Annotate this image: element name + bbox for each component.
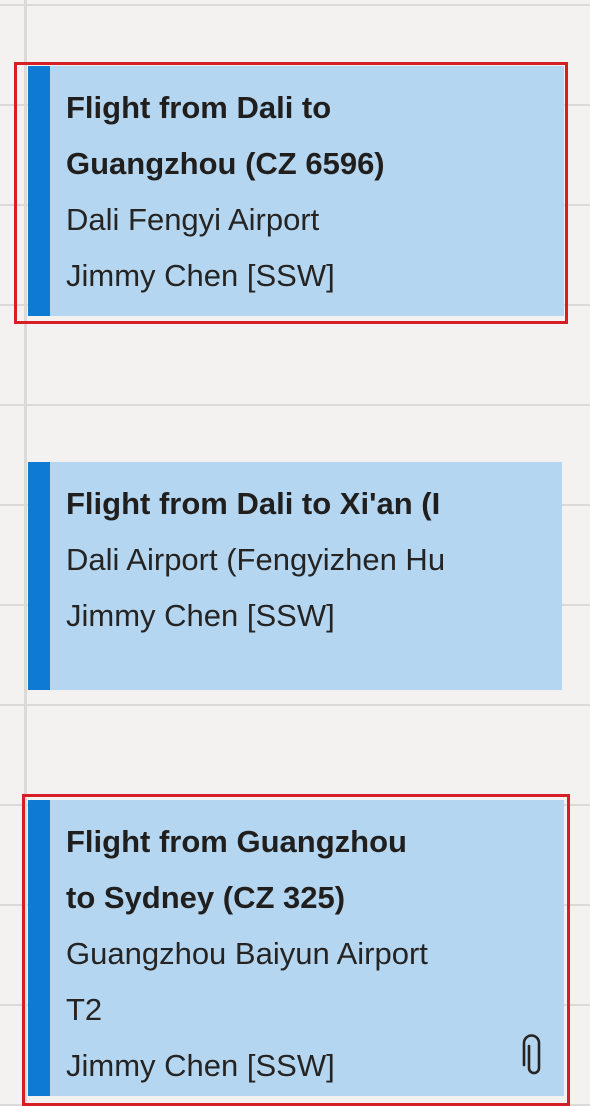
event-title-line: Guangzhou (CZ 6596) <box>66 146 385 181</box>
time-gutter-divider <box>24 0 27 1106</box>
paperclip-icon <box>522 1034 541 1075</box>
calendar-event-dali-guangzhou[interactable]: Flight from Dali to Guangzhou (CZ 6596) … <box>28 66 564 316</box>
event-title-line: Flight from Guangzhou <box>66 824 407 859</box>
event-organizer: Jimmy Chen [SSW] <box>66 598 335 633</box>
event-organizer: Jimmy Chen [SSW] <box>66 1048 335 1083</box>
hour-gridline <box>0 4 590 6</box>
calendar-event-guangzhou-sydney[interactable]: Flight from Guangzhou to Sydney (CZ 325)… <box>28 800 564 1096</box>
event-location: Dali Airport (Fengyizhen Hu <box>66 542 446 577</box>
event-location: Dali Fengyi Airport <box>66 202 320 237</box>
half-hour-gridline <box>0 704 590 706</box>
event-location: T2 <box>66 992 103 1027</box>
event-title-line: Flight from Dali to Xi'an (I <box>66 486 441 521</box>
hour-gridline <box>0 404 590 406</box>
event-content: Flight from Dali to Guangzhou (CZ 6596) … <box>66 80 554 304</box>
event-location: Guangzhou Baiyun Airport <box>66 936 428 971</box>
event-title-line: Flight from Dali to <box>66 90 332 125</box>
event-content: Flight from Dali to Xi'an (I Dali Airpor… <box>66 476 552 644</box>
event-accent-bar <box>28 800 50 1096</box>
event-title-line: to Sydney (CZ 325) <box>66 880 346 915</box>
event-accent-bar <box>28 462 50 690</box>
event-organizer: Jimmy Chen [SSW] <box>66 258 335 293</box>
calendar-event-dali-xian[interactable]: Flight from Dali to Xi'an (I Dali Airpor… <box>28 462 562 690</box>
event-accent-bar <box>28 66 50 316</box>
event-content: Flight from Guangzhou to Sydney (CZ 325)… <box>66 814 554 1094</box>
